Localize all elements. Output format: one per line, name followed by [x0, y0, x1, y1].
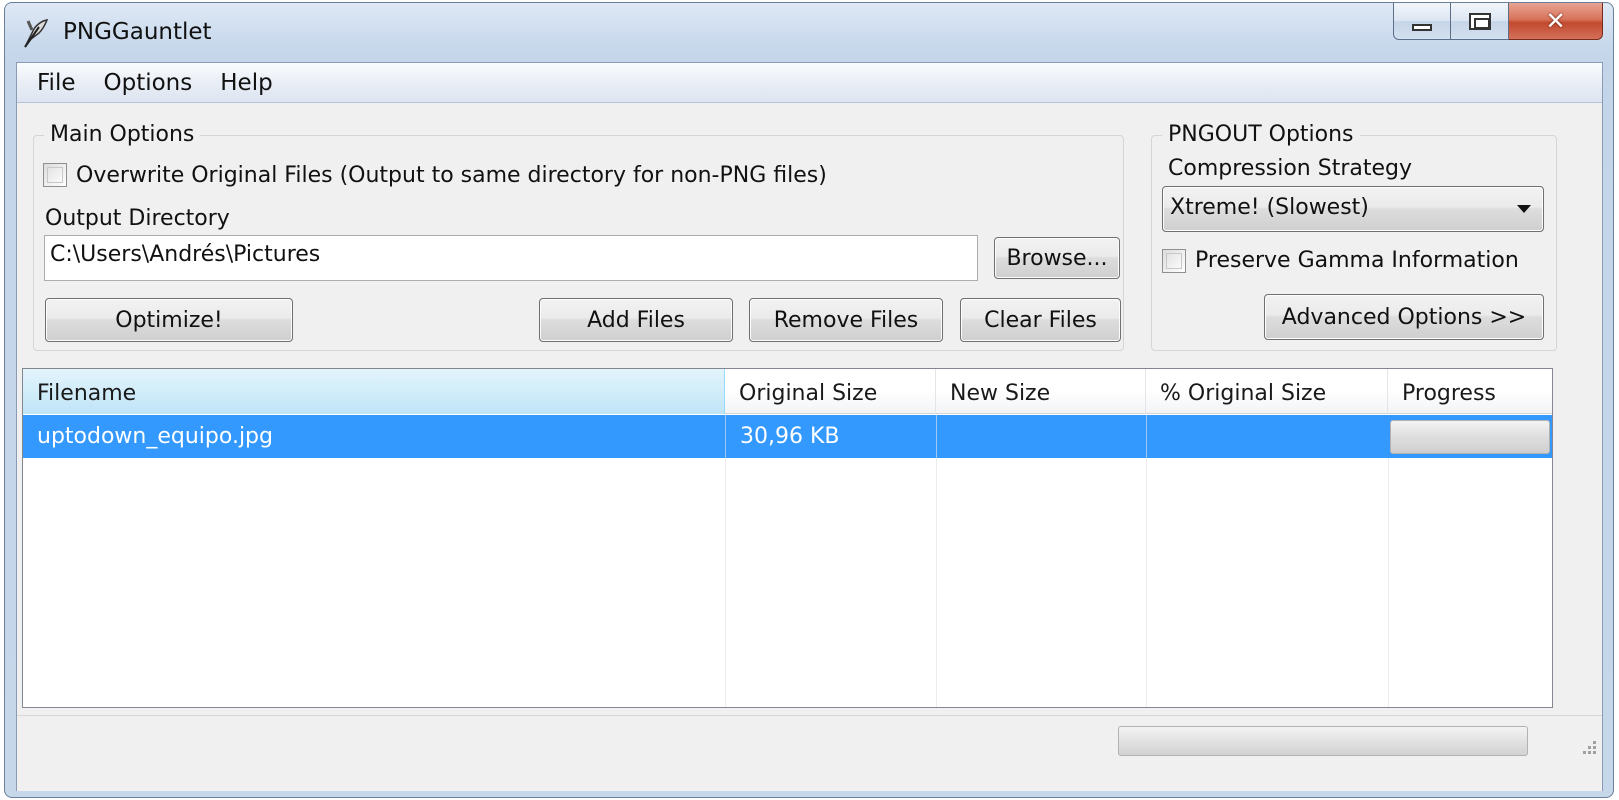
clear-files-button[interactable]: Clear Files	[960, 298, 1121, 342]
browse-button[interactable]: Browse...	[994, 237, 1120, 279]
menu-help[interactable]: Help	[206, 70, 286, 96]
close-button[interactable]: ✕	[1509, 3, 1603, 40]
status-bar	[17, 715, 1602, 791]
column-progress[interactable]: Progress	[1388, 369, 1552, 414]
main-options-legend: Main Options	[44, 122, 201, 147]
compression-strategy-select[interactable]: Xtreme! (Slowest)	[1162, 186, 1544, 232]
add-files-button[interactable]: Add Files	[539, 298, 733, 342]
optimize-button[interactable]: Optimize!	[45, 298, 293, 342]
close-icon: ✕	[1545, 7, 1566, 35]
menu-bar: File Options Help	[17, 63, 1602, 103]
minimize-button[interactable]	[1393, 3, 1451, 40]
resize-grip-icon[interactable]	[1576, 736, 1598, 758]
window-title: PNGGauntlet	[63, 19, 212, 45]
menu-file[interactable]: File	[23, 70, 90, 96]
minimize-icon	[1412, 23, 1432, 31]
output-directory-input[interactable]: C:\Users\Andrés\Pictures	[44, 235, 978, 281]
compression-strategy-value: Xtreme! (Slowest)	[1170, 195, 1369, 220]
column-original-size[interactable]: Original Size	[725, 369, 936, 414]
grid-divider	[1388, 415, 1389, 707]
overwrite-checkbox[interactable]	[43, 163, 67, 187]
output-directory-label: Output Directory	[45, 206, 230, 231]
client-area: File Options Help Main Options Overwrite…	[16, 62, 1603, 791]
file-list-header: Filename Original Size New Size % Origin…	[23, 369, 1552, 414]
title-bar[interactable]: PNGGauntlet ✕	[5, 3, 1613, 63]
preserve-gamma-label[interactable]: Preserve Gamma Information	[1195, 248, 1519, 273]
maximize-button[interactable]	[1451, 3, 1509, 40]
column-filename[interactable]: Filename	[23, 369, 725, 414]
chevron-down-icon	[1517, 205, 1531, 213]
cell-percent-original-size	[1146, 415, 1388, 458]
overall-progress-bar	[1118, 726, 1528, 756]
overwrite-label[interactable]: Overwrite Original Files (Output to same…	[76, 163, 827, 188]
feather-quill-icon	[24, 19, 49, 48]
pngout-options-group: PNGOUT Options Compression Strategy Xtre…	[1151, 122, 1557, 351]
pngout-options-legend: PNGOUT Options	[1162, 122, 1360, 147]
app-window: PNGGauntlet ✕ File Options Help Main Opt…	[4, 2, 1614, 798]
window-controls: ✕	[1393, 3, 1603, 41]
maximize-icon	[1468, 12, 1491, 30]
row-progress-bar	[1390, 420, 1550, 454]
file-list[interactable]: Filename Original Size New Size % Origin…	[22, 368, 1553, 708]
cell-new-size	[936, 415, 1146, 458]
compression-strategy-label: Compression Strategy	[1168, 156, 1413, 181]
grid-divider	[936, 415, 937, 707]
menu-options[interactable]: Options	[90, 70, 207, 96]
remove-files-button[interactable]: Remove Files	[749, 298, 943, 342]
cell-original-size: 30,96 KB	[725, 415, 936, 458]
grid-divider	[1146, 415, 1147, 707]
main-options-group: Main Options Overwrite Original Files (O…	[33, 122, 1124, 351]
cell-filename: uptodown_equipo.jpg	[37, 424, 273, 449]
column-new-size[interactable]: New Size	[936, 369, 1146, 414]
table-row[interactable]: uptodown_equipo.jpg 30,96 KB	[23, 415, 1552, 458]
column-percent-original-size[interactable]: % Original Size	[1146, 369, 1388, 414]
advanced-options-button[interactable]: Advanced Options >>	[1264, 294, 1544, 340]
preserve-gamma-checkbox[interactable]	[1162, 249, 1186, 273]
grid-divider	[725, 415, 726, 707]
